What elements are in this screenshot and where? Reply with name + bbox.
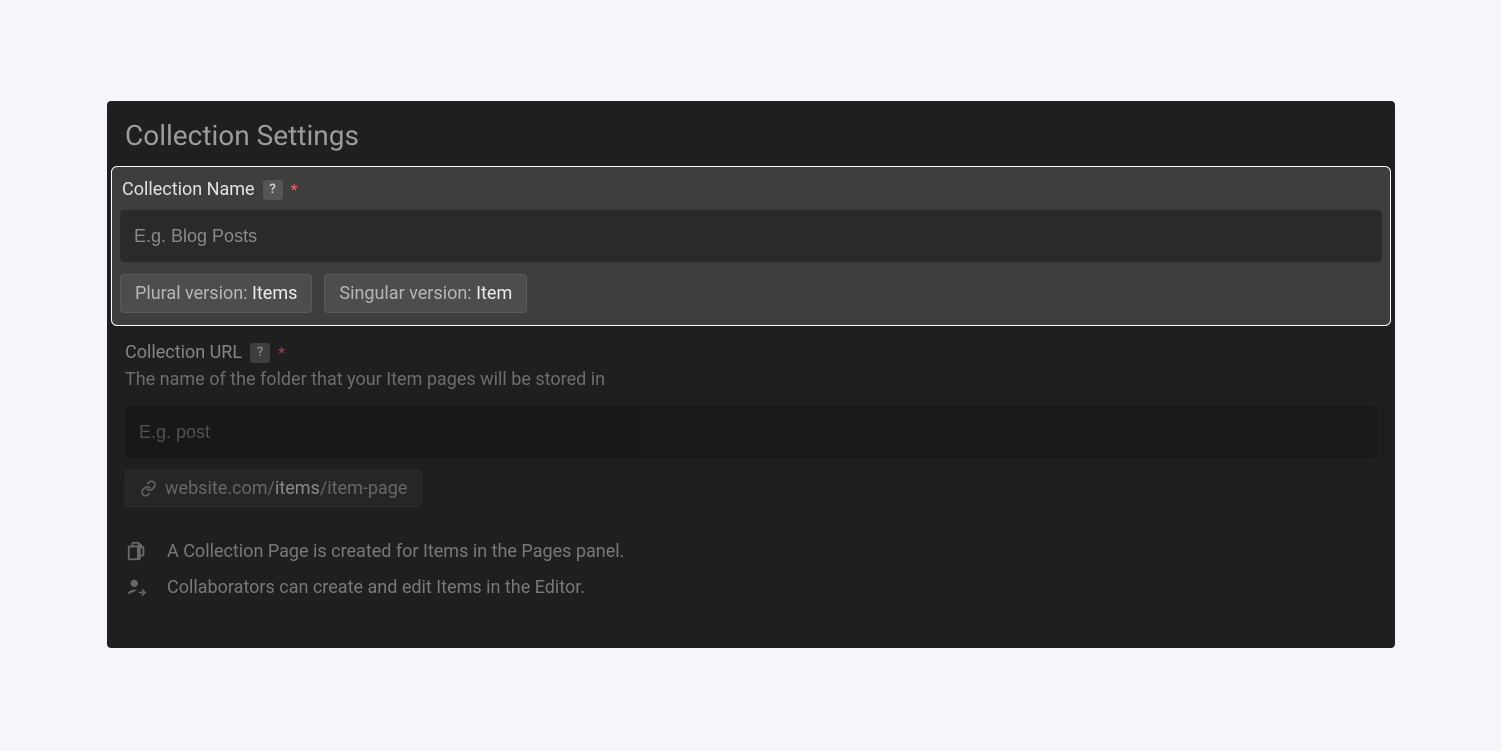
singular-version-label: Singular version: [339, 283, 476, 304]
help-icon[interactable]: ? [250, 343, 270, 363]
link-icon [140, 480, 157, 497]
singular-version-pill[interactable]: Singular version: Item [324, 274, 527, 313]
collection-url-label-row: Collection URL ? * [125, 342, 1377, 369]
help-icon[interactable]: ? [263, 180, 283, 200]
url-preview-row: website.com/items/item-page [125, 458, 1377, 507]
info-pages-text: A Collection Page is created for Items i… [167, 541, 624, 562]
url-preview-suffix: /item-page [320, 478, 408, 499]
plural-version-pill[interactable]: Plural version: Items [120, 274, 312, 313]
collection-url-section: Collection URL ? * The name of the folde… [107, 326, 1395, 507]
collection-settings-panel: Collection Settings Collection Name ? * … [107, 101, 1395, 648]
info-row-pages: A Collection Page is created for Items i… [125, 533, 1377, 569]
url-preview-pill: website.com/items/item-page [125, 470, 422, 507]
singular-version-value: Item [476, 283, 512, 304]
collection-name-section: Collection Name ? * Plural version: Item… [111, 166, 1391, 326]
info-row-collaborators: Collaborators can create and edit Items … [125, 569, 1377, 605]
collection-name-label-row: Collection Name ? * [116, 177, 1386, 210]
collection-name-input[interactable] [120, 210, 1382, 262]
pages-icon [125, 539, 149, 563]
plural-version-label: Plural version: [135, 283, 252, 304]
collection-name-label: Collection Name [122, 179, 255, 200]
collection-url-description: The name of the folder that your Item pa… [125, 369, 1377, 406]
url-preview-text: website.com/items/item-page [165, 478, 407, 499]
info-list: A Collection Page is created for Items i… [107, 507, 1395, 605]
required-indicator: * [278, 343, 285, 362]
panel-title: Collection Settings [107, 101, 1395, 166]
required-indicator: * [291, 180, 298, 199]
collection-url-input[interactable] [125, 406, 1377, 458]
name-variant-row: Plural version: Items Singular version: … [116, 262, 1386, 313]
info-collab-text: Collaborators can create and edit Items … [167, 577, 585, 598]
collection-url-label: Collection URL [125, 342, 242, 363]
url-preview-prefix: website.com/ [165, 478, 275, 499]
collaborators-icon [125, 575, 149, 599]
plural-version-value: Items [252, 283, 297, 304]
url-preview-slug: items [275, 478, 320, 499]
